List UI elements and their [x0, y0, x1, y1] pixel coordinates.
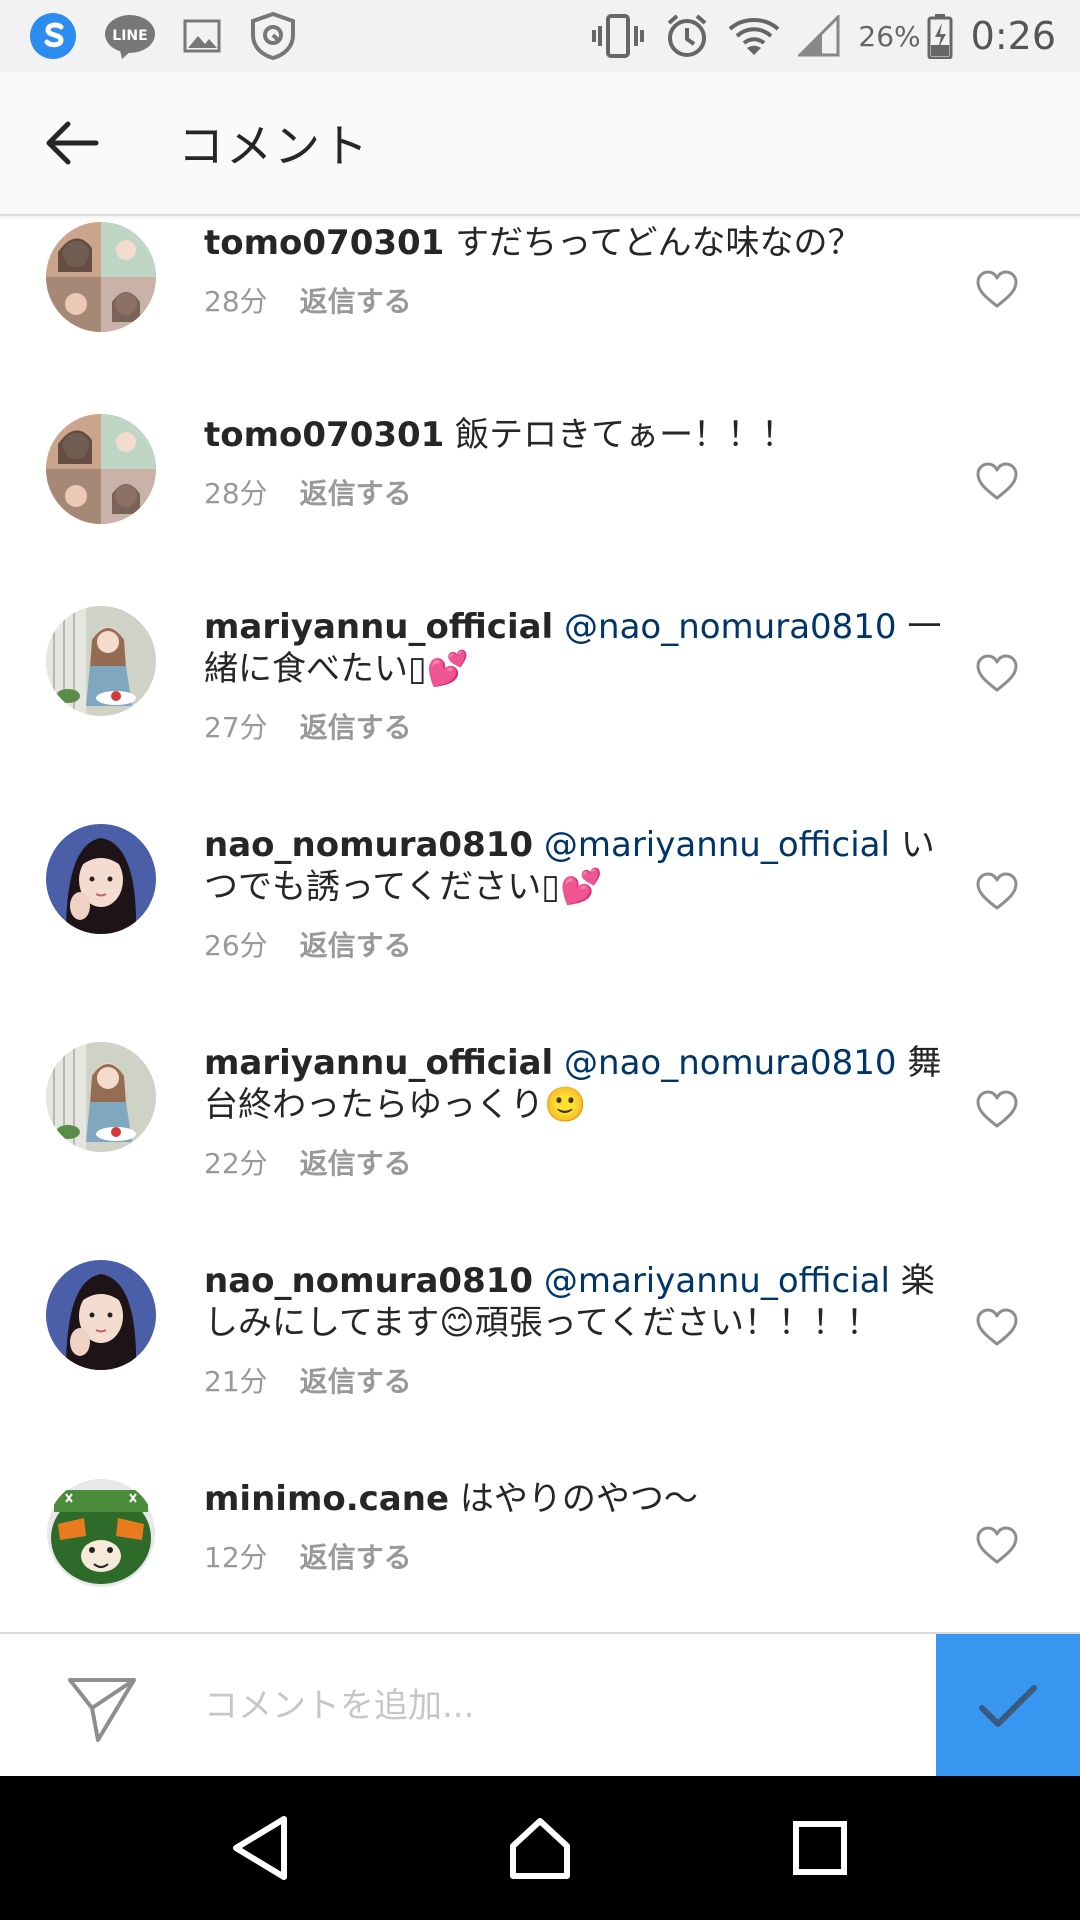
system-nav-bar: [0, 1776, 1080, 1920]
comment-text: mariyannu_official @nao_nomura0810 一緒に食べ…: [204, 606, 944, 690]
vibrate-icon: [590, 14, 646, 58]
s-app-icon: [28, 11, 78, 61]
comment-username[interactable]: mariyannu_official: [204, 607, 553, 647]
avatar[interactable]: [46, 222, 156, 332]
heart-icon[interactable]: [974, 460, 1020, 502]
heart-icon[interactable]: [974, 870, 1020, 912]
reply-button[interactable]: 返信する: [300, 924, 412, 964]
comments-list[interactable]: tomo070301 すだちってどんな味なの？ 28分 返信する tomo070…: [0, 218, 1080, 1632]
comment-username[interactable]: tomo070301: [204, 415, 444, 455]
comment-time: 28分: [204, 285, 268, 318]
comment-meta: 22分 返信する: [204, 1142, 944, 1182]
checkmark-icon: [979, 1685, 1037, 1727]
status-bar-notifications: LINE: [28, 11, 324, 61]
comment-input-bar: [0, 1632, 1080, 1778]
comment-text: tomo070301 すだちってどんな味なの？: [204, 222, 944, 264]
comment-text: nao_nomura0810 @mariyannu_official 楽しみにし…: [204, 1260, 944, 1344]
nav-recents-button[interactable]: [772, 1800, 868, 1896]
comment-message: 飯テロきてぁー！！！: [455, 415, 796, 455]
page-title: コメント: [178, 119, 370, 173]
image-notification-icon: [182, 16, 222, 56]
avatar[interactable]: [46, 824, 156, 934]
line-app-icon: LINE: [104, 12, 156, 60]
avatar[interactable]: [46, 1042, 156, 1152]
comment-text: mariyannu_official @nao_nomura0810 舞台終わっ…: [204, 1042, 944, 1126]
shield-icon: [248, 11, 298, 61]
heart-icon[interactable]: [974, 652, 1020, 694]
comment-meta: 27分 返信する: [204, 706, 944, 746]
heart-icon[interactable]: [974, 1524, 1020, 1566]
nav-back-icon: [233, 1816, 287, 1880]
comment-meta: 28分 返信する: [204, 472, 944, 512]
comment-text: minimo.cane はやりのやつ〜: [204, 1478, 944, 1520]
clock: 0:26: [970, 14, 1056, 58]
back-button[interactable]: [36, 107, 108, 179]
comment-time: 27分: [204, 711, 268, 744]
comment-time: 22分: [204, 1147, 268, 1180]
comment-mention[interactable]: @mariyannu_official: [544, 1261, 890, 1301]
comment-text: tomo070301 飯テロきてぁー！！！: [204, 414, 944, 456]
avatar[interactable]: [46, 1478, 156, 1588]
status-bar-system: 26% 0:26: [572, 13, 1056, 59]
comment-message: はやりのやつ〜: [459, 1479, 698, 1519]
comment-meta: 26分 返信する: [204, 924, 944, 964]
reply-button[interactable]: 返信する: [300, 1536, 412, 1576]
nav-recents-icon: [793, 1821, 847, 1875]
signal-icon: [798, 15, 840, 57]
action-bar: コメント: [0, 72, 1080, 216]
reply-button[interactable]: 返信する: [300, 706, 412, 746]
battery-charging-icon: [927, 13, 953, 59]
comment-time: 21分: [204, 1365, 268, 1398]
alarm-icon: [664, 13, 710, 59]
comment-username[interactable]: mariyannu_official: [204, 1043, 553, 1083]
avatar[interactable]: [46, 1260, 156, 1370]
comment-time: 28分: [204, 477, 268, 510]
comment-mention[interactable]: @nao_nomura0810: [564, 607, 897, 647]
comment-username[interactable]: nao_nomura0810: [204, 825, 533, 865]
arrow-left-icon: [46, 121, 99, 165]
reply-button[interactable]: 返信する: [300, 1360, 412, 1400]
battery-percent: 26%: [858, 19, 921, 53]
nav-home-button[interactable]: [492, 1800, 588, 1896]
comment-meta: 21分 返信する: [204, 1360, 944, 1400]
status-bar: LINE 26% 0:26: [0, 0, 1080, 72]
comment-text: nao_nomura0810 @mariyannu_official いつでも誘…: [204, 824, 944, 908]
line-app-label: LINE: [112, 28, 147, 44]
comment-username[interactable]: tomo070301: [204, 223, 444, 263]
comment-meta: 28分 返信する: [204, 280, 944, 320]
nav-home-icon: [510, 1818, 570, 1879]
reply-button[interactable]: 返信する: [300, 472, 412, 512]
comment-username[interactable]: nao_nomura0810: [204, 1261, 533, 1301]
reply-button[interactable]: 返信する: [300, 1142, 412, 1182]
comment-meta: 12分 返信する: [204, 1536, 944, 1576]
comment-time: 26分: [204, 929, 268, 962]
comment-message: すだちってどんな味なの？: [455, 223, 862, 263]
comment-mention[interactable]: @mariyannu_official: [544, 825, 890, 865]
avatar[interactable]: [46, 414, 156, 524]
comment-input[interactable]: [204, 1668, 904, 1744]
avatar[interactable]: [46, 606, 156, 716]
direct-send-icon[interactable]: [64, 1670, 140, 1746]
comment-mention[interactable]: @nao_nomura0810: [564, 1043, 897, 1083]
heart-icon[interactable]: [974, 1306, 1020, 1348]
nav-back-button[interactable]: [212, 1800, 308, 1896]
heart-icon[interactable]: [974, 1088, 1020, 1130]
comment-username[interactable]: minimo.cane: [204, 1479, 449, 1519]
comment-time: 12分: [204, 1541, 268, 1574]
wifi-icon: [728, 15, 780, 57]
reply-button[interactable]: 返信する: [300, 280, 412, 320]
heart-icon[interactable]: [974, 268, 1020, 310]
post-comment-button[interactable]: [936, 1634, 1080, 1778]
